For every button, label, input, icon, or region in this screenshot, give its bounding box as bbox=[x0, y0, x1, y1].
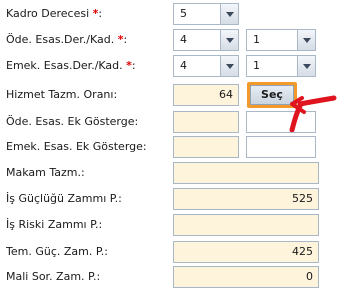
row-is-guclugu: İş Güçlüğü Zammı P.: 525 bbox=[0, 187, 337, 211]
chevron-down-icon[interactable] bbox=[297, 56, 315, 76]
mali-sor-label: Mali Sor. Zam. P.: bbox=[6, 270, 101, 283]
is-riski-input[interactable] bbox=[173, 214, 319, 236]
emek-ek-gosterge-input-2[interactable] bbox=[246, 136, 316, 158]
kadro-derecesi-value: 5 bbox=[180, 7, 187, 20]
row-mali-sor: Mali Sor. Zam. P.: 0 bbox=[0, 265, 337, 289]
row-kadro-derecesi: Kadro Derecesi *: 5 bbox=[0, 2, 337, 26]
ode-esas-kademe-select[interactable]: 1 bbox=[246, 29, 316, 51]
is-riski-label: İş Riski Zammı P.: bbox=[6, 218, 103, 231]
ode-esas-kademe-value: 1 bbox=[253, 33, 260, 46]
hizmet-tazm-input[interactable]: 64 bbox=[173, 84, 239, 106]
emek-esas-label: Emek. Esas.Der./Kad. *: bbox=[6, 59, 136, 72]
mali-sor-input[interactable]: 0 bbox=[173, 266, 319, 288]
ode-ek-gosterge-label: Öde. Esas. Ek Gösterge: bbox=[6, 115, 139, 128]
hizmet-tazm-label: Hizmet Tazm. Oranı: bbox=[6, 88, 118, 101]
emek-esas-kademe-value: 1 bbox=[253, 59, 260, 72]
is-guclugu-label: İş Güçlüğü Zammı P.: bbox=[6, 192, 122, 205]
ode-ek-gosterge-input[interactable] bbox=[173, 111, 239, 133]
makam-tazm-label: Makam Tazm.: bbox=[6, 166, 85, 179]
tem-guc-input[interactable]: 425 bbox=[173, 241, 319, 263]
kadro-derecesi-label: Kadro Derecesi *: bbox=[6, 7, 103, 20]
ode-esas-derece-select[interactable]: 4 bbox=[173, 29, 239, 51]
chevron-down-icon[interactable] bbox=[220, 4, 238, 24]
row-ode-esas: Öde. Esas.Der./Kad. *: 4 1 bbox=[0, 28, 337, 52]
tem-guc-label: Tem. Güç. Zam. P.: bbox=[6, 245, 108, 258]
row-makam-tazm: Makam Tazm.: bbox=[0, 161, 337, 185]
emek-esas-kademe-select[interactable]: 1 bbox=[246, 55, 316, 77]
row-is-riski: İş Riski Zammı P.: bbox=[0, 213, 337, 237]
row-tem-guc: Tem. Güç. Zam. P.: 425 bbox=[0, 240, 337, 264]
chevron-down-icon[interactable] bbox=[220, 30, 238, 50]
emek-esas-derece-select[interactable]: 4 bbox=[173, 55, 239, 77]
kadro-derecesi-select[interactable]: 5 bbox=[173, 3, 239, 25]
chevron-down-icon[interactable] bbox=[297, 30, 315, 50]
chevron-down-icon[interactable] bbox=[220, 56, 238, 76]
row-emek-esas: Emek. Esas.Der./Kad. *: 4 1 bbox=[0, 54, 337, 78]
emek-ek-gosterge-input[interactable] bbox=[173, 136, 239, 158]
ode-esas-derece-value: 4 bbox=[180, 33, 187, 46]
row-emek-ek-gosterge: Emek. Esas. Ek Gösterge: bbox=[0, 135, 337, 159]
ode-esas-label: Öde. Esas.Der./Kad. *: bbox=[6, 33, 128, 46]
emek-ek-gosterge-label: Emek. Esas. Ek Gösterge: bbox=[6, 140, 147, 153]
is-guclugu-input[interactable]: 525 bbox=[173, 188, 319, 210]
emek-esas-derece-value: 4 bbox=[180, 59, 187, 72]
red-arrow-annotation-icon bbox=[289, 95, 337, 132]
makam-tazm-input[interactable] bbox=[173, 162, 319, 184]
